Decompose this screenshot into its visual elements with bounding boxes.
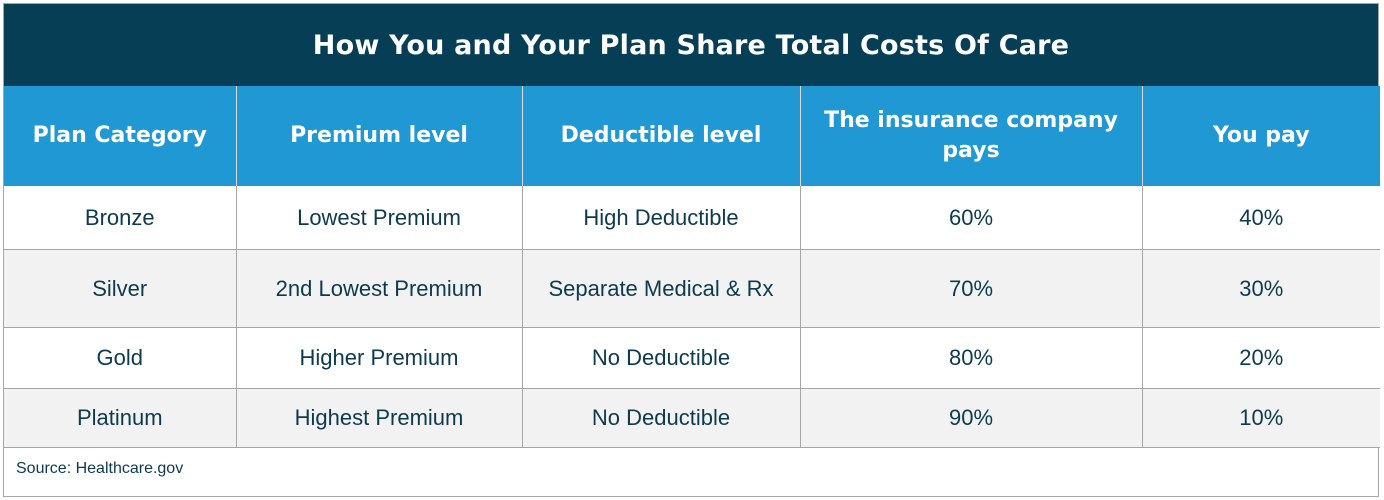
table-row: Platinum Highest Premium No Deductible 9… — [4, 388, 1380, 448]
cell-deductible-level: High Deductible — [522, 186, 801, 250]
cell-you-pay: 30% — [1142, 249, 1380, 328]
table-row: Bronze Lowest Premium High Deductible 60… — [4, 186, 1380, 250]
cell-plan-category: Bronze — [4, 186, 237, 250]
cell-you-pay: 40% — [1142, 186, 1380, 250]
cell-deductible-level: No Deductible — [522, 388, 801, 448]
header-row: Plan Category Premium level Deductible l… — [4, 86, 1380, 186]
table-row: Silver 2nd Lowest Premium Separate Medic… — [4, 249, 1380, 328]
table-row: Gold Higher Premium No Deductible 80% 20… — [4, 327, 1380, 389]
table-title: How You and Your Plan Share Total Costs … — [4, 4, 1378, 86]
cell-insurer-pays: 60% — [800, 186, 1143, 250]
cell-you-pay: 10% — [1142, 388, 1380, 448]
cell-plan-category: Gold — [4, 327, 237, 389]
cell-plan-category: Platinum — [4, 388, 237, 448]
cell-premium-level: Higher Premium — [236, 327, 523, 389]
cell-you-pay: 20% — [1142, 327, 1380, 389]
source-note: Source: Healthcare.gov — [16, 460, 184, 477]
cell-deductible-level: No Deductible — [522, 327, 801, 389]
cell-insurer-pays: 80% — [800, 327, 1143, 389]
column-header-deductible-level: Deductible level — [522, 86, 801, 186]
column-header-premium-level: Premium level — [236, 86, 523, 186]
cell-premium-level: Highest Premium — [236, 388, 523, 448]
cell-insurer-pays: 90% — [800, 388, 1143, 448]
cell-insurer-pays: 70% — [800, 249, 1143, 328]
column-header-insurer-pays: The insurance company pays — [800, 86, 1143, 186]
cell-deductible-level: Separate Medical & Rx — [522, 249, 801, 328]
cell-premium-level: 2nd Lowest Premium — [236, 249, 523, 328]
cell-premium-level: Lowest Premium — [236, 186, 523, 250]
cell-plan-category: Silver — [4, 249, 237, 328]
cost-sharing-table-container: How You and Your Plan Share Total Costs … — [3, 3, 1380, 497]
column-header-plan-category: Plan Category — [4, 86, 237, 186]
column-header-you-pay: You pay — [1142, 86, 1380, 186]
plan-comparison-table: Plan Category Premium level Deductible l… — [4, 86, 1380, 448]
